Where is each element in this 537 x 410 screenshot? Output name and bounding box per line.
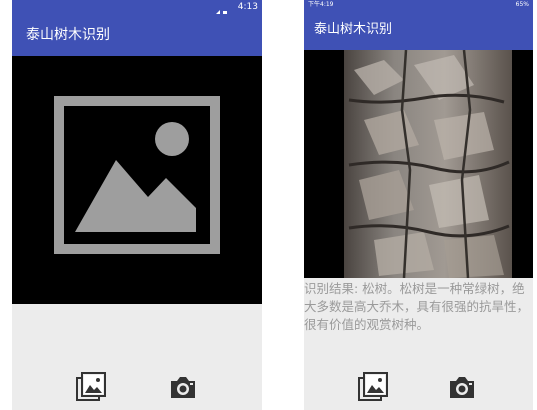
recognition-result: 识别结果: 松树。松树是一种常绿树，绝大多数是高大乔木，具有很强的抗旱性，很有价… [304, 281, 530, 332]
camera-button[interactable] [168, 372, 198, 402]
tree-bark-photo [344, 50, 512, 278]
battery-percent: 65% [515, 1, 529, 8]
camera-button[interactable] [447, 372, 477, 402]
status-bar: 下午4:19 65% [304, 0, 533, 10]
app-bar: 泰山树木识别 [12, 14, 262, 56]
phone-screen-right: 下午4:19 65% 泰山树木识别 识别结果: 松树。松树是一种常绿树，绝大多数… [304, 0, 533, 410]
bottom-panel: 识别结果: 松树。松树是一种常绿树，绝大多数是高大乔木，具有很强的抗旱性，很有价… [304, 278, 533, 410]
status-bar: 4:13 [12, 0, 262, 18]
camera-icon [450, 377, 474, 398]
image-preview[interactable] [304, 50, 533, 278]
status-time: 4:13 [237, 2, 258, 12]
gallery-icon [76, 372, 106, 401]
bottom-panel [12, 304, 262, 410]
image-placeholder-icon [54, 96, 220, 254]
gallery-button[interactable] [76, 372, 106, 402]
app-bar: 泰山树木识别 [304, 10, 533, 50]
gallery-button[interactable] [358, 372, 388, 402]
camera-icon [171, 377, 195, 398]
phone-screen-left: 4:13 泰山树木识别 [12, 0, 262, 410]
app-title: 泰山树木识别 [26, 27, 110, 43]
gallery-icon [358, 372, 388, 401]
image-preview[interactable] [12, 56, 262, 304]
app-title: 泰山树木识别 [314, 22, 393, 37]
status-time: 下午4:19 [308, 1, 334, 8]
